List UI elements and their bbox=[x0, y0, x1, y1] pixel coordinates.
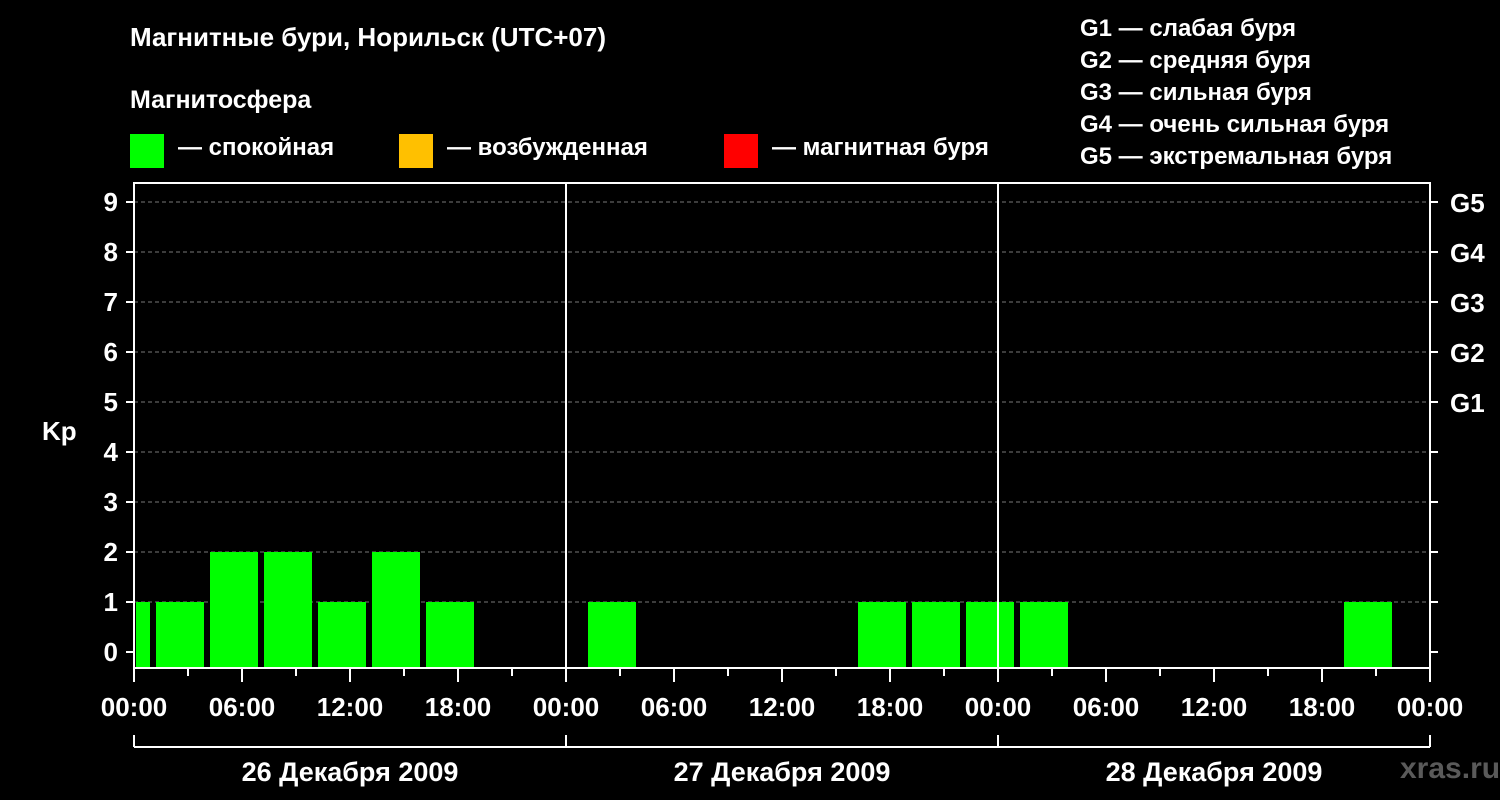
bar-kp-8 bbox=[588, 602, 636, 668]
x-tick-label: 00:00 bbox=[1397, 692, 1464, 722]
g-level-label: G5 bbox=[1450, 188, 1485, 218]
kp-chart: 0 1 2 3 4 5 6 7 8 9 G1 G2 G3 G4 G5 Kp 00:00 06:00 12:00 18:… bbox=[42, 182, 1485, 787]
y-tick-label: 3 bbox=[104, 487, 118, 517]
x-tick-label: 18:00 bbox=[857, 692, 924, 722]
bar-kp-start bbox=[136, 602, 150, 668]
bar-kp-5 bbox=[426, 602, 474, 668]
day-label: 27 Декабря 2009 bbox=[674, 757, 891, 787]
x-tick-label: 06:00 bbox=[209, 692, 276, 722]
bar-kp-0 bbox=[156, 602, 204, 668]
y-tick-label: 1 bbox=[104, 587, 118, 617]
x-tick-label: 12:00 bbox=[749, 692, 816, 722]
y-tick-label: 2 bbox=[104, 537, 118, 567]
g-level-label: G4 bbox=[1450, 238, 1485, 268]
bar-kp-15 bbox=[966, 602, 1014, 668]
g-level-label: G2 bbox=[1450, 338, 1485, 368]
bar-kp-4 bbox=[372, 552, 420, 668]
y-axis-title: Kp bbox=[42, 416, 77, 446]
g-level-label: G3 bbox=[1450, 288, 1485, 318]
y-tick-label: 4 bbox=[104, 437, 119, 467]
y-tick-label: 0 bbox=[104, 637, 118, 667]
bar-kp-16 bbox=[1020, 602, 1068, 668]
bar-kp-13 bbox=[858, 602, 906, 668]
x-tick-label: 18:00 bbox=[1289, 692, 1356, 722]
day-label: 26 Декабря 2009 bbox=[242, 757, 459, 787]
x-tick-label: 00:00 bbox=[965, 692, 1032, 722]
plot-frame bbox=[133, 182, 1431, 669]
bar-kp-1 bbox=[210, 552, 258, 668]
watermark: xras.ru bbox=[1400, 752, 1500, 785]
bar-kp-22 bbox=[1344, 602, 1392, 668]
day-label: 28 Декабря 2009 bbox=[1106, 757, 1323, 787]
bar-kp-3 bbox=[318, 602, 366, 668]
y-tick-label: 7 bbox=[104, 287, 118, 317]
bar-kp-2 bbox=[264, 552, 312, 668]
y-tick-label: 6 bbox=[104, 337, 118, 367]
x-tick-label: 18:00 bbox=[425, 692, 492, 722]
x-tick-label: 06:00 bbox=[641, 692, 708, 722]
x-tick-label: 00:00 bbox=[101, 692, 168, 722]
g-level-label: G1 bbox=[1450, 388, 1485, 418]
y-tick-label: 5 bbox=[104, 387, 118, 417]
x-tick-label: 06:00 bbox=[1073, 692, 1140, 722]
y-tick-label: 9 bbox=[104, 187, 118, 217]
x-tick-label: 00:00 bbox=[533, 692, 600, 722]
x-tick-label: 12:00 bbox=[1181, 692, 1248, 722]
bar-kp-14 bbox=[912, 602, 960, 668]
y-tick-label: 8 bbox=[104, 237, 118, 267]
x-tick-label: 12:00 bbox=[317, 692, 384, 722]
